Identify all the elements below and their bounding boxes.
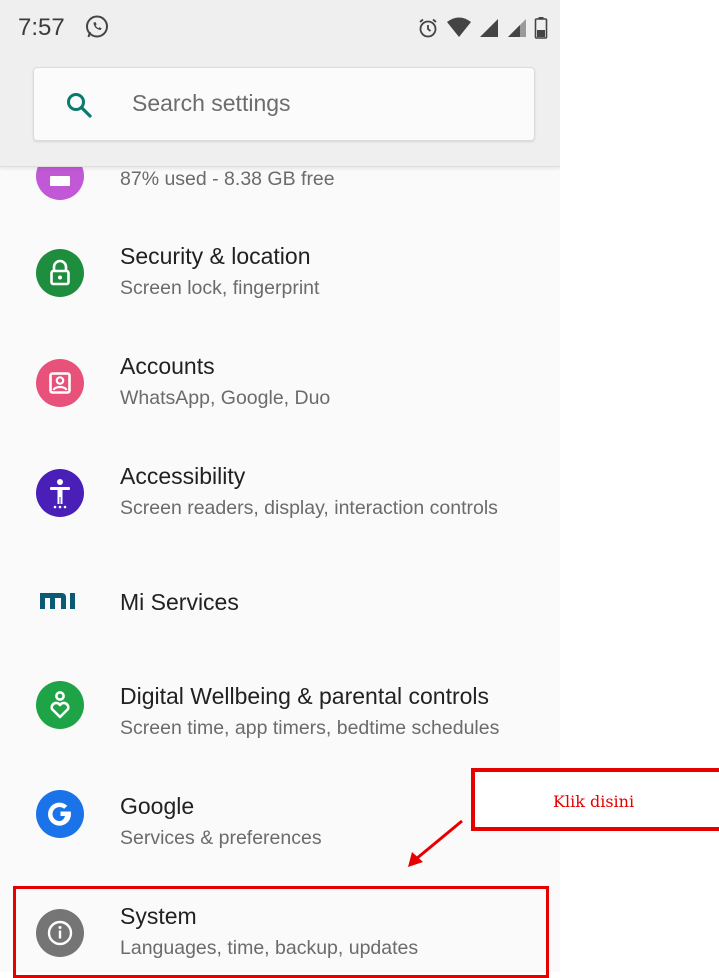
wifi-icon xyxy=(447,17,471,37)
settings-item-subtitle: Screen time, app timers, bedtime schedul… xyxy=(120,717,500,739)
status-time: 7:57 xyxy=(18,14,65,41)
settings-item-subtitle: WhatsApp, Google, Duo xyxy=(120,387,331,409)
settings-item-title: Accessibility xyxy=(120,463,246,489)
search-placeholder: Search settings xyxy=(132,90,291,116)
status-icons xyxy=(416,14,548,42)
callout-text: Klik disini xyxy=(553,792,635,811)
account-box-icon xyxy=(36,359,84,407)
settings-item-accounts[interactable]: Accounts WhatsApp, Google, Duo xyxy=(0,325,560,435)
settings-item-subtitle: 87% used - 8.38 GB free xyxy=(120,168,335,190)
settings-item-title: Digital Wellbeing & parental controls xyxy=(120,683,490,709)
search-icon xyxy=(67,93,92,118)
search-input[interactable]: Search settings xyxy=(33,67,535,141)
callout-box: Klik disini xyxy=(471,768,719,831)
settings-item-title: Security & location xyxy=(120,243,311,269)
settings-item-digital-wellbeing[interactable]: Digital Wellbeing & parental controls Sc… xyxy=(0,655,560,765)
settings-item-title: Mi Services xyxy=(120,589,239,615)
settings-item-title: System xyxy=(120,903,197,929)
accessibility-icon xyxy=(36,469,84,517)
wellbeing-icon xyxy=(36,681,84,729)
settings-item-subtitle: Languages, time, backup, updates xyxy=(120,937,419,959)
settings-item-subtitle: Services & preferences xyxy=(120,827,322,849)
settings-item-title: Accounts xyxy=(120,353,215,379)
signal-icon xyxy=(480,19,498,37)
lock-icon xyxy=(36,249,84,297)
mi-logo-icon xyxy=(40,593,75,609)
info-icon xyxy=(36,909,84,957)
google-icon xyxy=(36,790,84,838)
whatsapp-icon xyxy=(86,15,108,38)
status-bar: 7:57 xyxy=(0,0,560,60)
settings-item-title: Google xyxy=(120,793,195,819)
callout-arrow-icon xyxy=(408,819,463,867)
signal-icon xyxy=(508,19,526,37)
settings-item-system[interactable]: System Languages, time, backup, updates xyxy=(0,875,560,972)
settings-item-subtitle: Screen readers, display, interaction con… xyxy=(120,497,498,519)
settings-item-accessibility[interactable]: Accessibility Screen readers, display, i… xyxy=(0,435,560,545)
settings-item-mi-services[interactable]: Mi Services xyxy=(0,545,560,655)
battery-icon xyxy=(534,17,548,39)
settings-item-security[interactable]: Security & location Screen lock, fingerp… xyxy=(0,215,560,325)
alarm-icon xyxy=(419,18,437,38)
settings-item-subtitle: Screen lock, fingerprint xyxy=(120,277,320,299)
search-bar-container: Search settings xyxy=(0,60,560,167)
